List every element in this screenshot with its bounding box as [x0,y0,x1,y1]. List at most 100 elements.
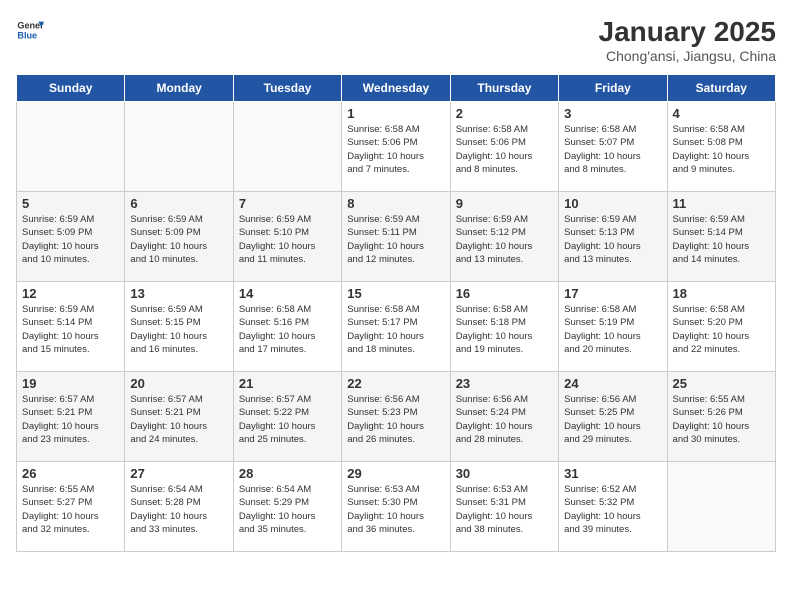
day-number: 16 [456,286,553,301]
day-number: 20 [130,376,227,391]
cell-info: Sunrise: 6:59 AM Sunset: 5:14 PM Dayligh… [673,213,770,266]
cell-info: Sunrise: 6:57 AM Sunset: 5:21 PM Dayligh… [22,393,119,446]
cell-info: Sunrise: 6:55 AM Sunset: 5:26 PM Dayligh… [673,393,770,446]
cell-info: Sunrise: 6:58 AM Sunset: 5:08 PM Dayligh… [673,123,770,176]
cell-info: Sunrise: 6:55 AM Sunset: 5:27 PM Dayligh… [22,483,119,536]
calendar-cell: 10Sunrise: 6:59 AM Sunset: 5:13 PM Dayli… [559,192,667,282]
calendar-cell: 16 Sunrise: 6:58 AM Sunset: 5:18 PM Dayli… [450,282,558,372]
day-number: 5 [22,196,119,211]
day-number: 26 [22,466,119,481]
cell-info: Sunrise: 6:57 AM Sunset: 5:21 PM Dayligh… [130,393,227,446]
day-number: 12 [22,286,119,301]
day-number: 11 [673,196,770,211]
cell-info: Sunrise: 6:58 AM Sunset: 5:19 PM Dayligh… [564,303,661,356]
calendar-cell: 22 Sunrise: 6:56 AM Sunset: 5:23 PM Dayli… [342,372,450,462]
calendar-table: SundayMondayTuesdayWednesdayThursdayFrid… [16,74,776,552]
day-number: 19 [22,376,119,391]
calendar-cell: 24 Sunrise: 6:56 AM Sunset: 5:25 PM Dayli… [559,372,667,462]
day-number: 18 [673,286,770,301]
cell-info: Sunrise: 6:59 AM Sunset: 5:13 PM Dayligh… [564,213,661,266]
day-number: 9 [456,196,553,211]
cell-info: Sunrise: 6:54 AM Sunset: 5:29 PM Dayligh… [239,483,336,536]
calendar-cell: 14 Sunrise: 6:58 AM Sunset: 5:16 PM Dayli… [233,282,341,372]
cell-info: Sunrise: 6:59 AM Sunset: 5:09 PM Dayligh… [130,213,227,266]
cell-info: Sunrise: 6:58 AM Sunset: 5:18 PM Dayligh… [456,303,553,356]
calendar-body: 1 Sunrise: 6:58 AM Sunset: 5:06 PM Daylig… [17,102,776,552]
calendar-cell: 25 Sunrise: 6:55 AM Sunset: 5:26 PM Dayli… [667,372,775,462]
calendar-cell [17,102,125,192]
cell-info: Sunrise: 6:58 AM Sunset: 5:20 PM Dayligh… [673,303,770,356]
cell-info: Sunrise: 6:58 AM Sunset: 5:16 PM Dayligh… [239,303,336,356]
cell-info: Sunrise: 6:57 AM Sunset: 5:22 PM Dayligh… [239,393,336,446]
day-number: 17 [564,286,661,301]
calendar-cell: 2 Sunrise: 6:58 AM Sunset: 5:06 PM Daylig… [450,102,558,192]
calendar-cell [125,102,233,192]
calendar-cell: 6 Sunrise: 6:59 AM Sunset: 5:09 PM Daylig… [125,192,233,282]
calendar-cell: 30Sunrise: 6:53 AM Sunset: 5:31 PM Dayli… [450,462,558,552]
calendar-week-row: 1 Sunrise: 6:58 AM Sunset: 5:06 PM Daylig… [17,102,776,192]
calendar-cell: 31 Sunrise: 6:52 AM Sunset: 5:32 PM Dayli… [559,462,667,552]
weekday-header: Tuesday [233,75,341,102]
logo: General Blue General Blue [16,16,44,44]
calendar-cell: 9 Sunrise: 6:59 AM Sunset: 5:12 PM Daylig… [450,192,558,282]
day-number: 14 [239,286,336,301]
calendar-cell: 11 Sunrise: 6:59 AM Sunset: 5:14 PM Dayli… [667,192,775,282]
cell-info: Sunrise: 6:58 AM Sunset: 5:07 PM Dayligh… [564,123,661,176]
day-number: 23 [456,376,553,391]
cell-info: Sunrise: 6:56 AM Sunset: 5:25 PM Dayligh… [564,393,661,446]
calendar-cell: 13 Sunrise: 6:59 AM Sunset: 5:15 PM Dayli… [125,282,233,372]
cell-info: Sunrise: 6:59 AM Sunset: 5:12 PM Dayligh… [456,213,553,266]
day-number: 6 [130,196,227,211]
day-number: 1 [347,106,444,121]
calendar-cell [667,462,775,552]
day-number: 4 [673,106,770,121]
calendar-cell: 8Sunrise: 6:59 AM Sunset: 5:11 PM Daylig… [342,192,450,282]
calendar-cell [233,102,341,192]
calendar-title: January 2025 [599,16,776,48]
weekday-header: Sunday [17,75,125,102]
day-number: 31 [564,466,661,481]
day-number: 22 [347,376,444,391]
weekday-header: Thursday [450,75,558,102]
calendar-cell: 1Sunrise: 6:58 AM Sunset: 5:06 PM Daylig… [342,102,450,192]
calendar-cell: 27Sunrise: 6:54 AM Sunset: 5:28 PM Dayli… [125,462,233,552]
page-header: General Blue General Blue January 2025 C… [16,16,776,64]
calendar-cell: 20 Sunrise: 6:57 AM Sunset: 5:21 PM Dayli… [125,372,233,462]
cell-info: Sunrise: 6:52 AM Sunset: 5:32 PM Dayligh… [564,483,661,536]
svg-text:Blue: Blue [17,30,37,40]
weekday-header-row: SundayMondayTuesdayWednesdayThursdayFrid… [17,75,776,102]
calendar-cell: 28Sunrise: 6:54 AM Sunset: 5:29 PM Dayli… [233,462,341,552]
weekday-header: Wednesday [342,75,450,102]
day-number: 7 [239,196,336,211]
day-number: 25 [673,376,770,391]
day-number: 27 [130,466,227,481]
cell-info: Sunrise: 6:59 AM Sunset: 5:15 PM Dayligh… [130,303,227,356]
calendar-cell: 23Sunrise: 6:56 AM Sunset: 5:24 PM Dayli… [450,372,558,462]
cell-info: Sunrise: 6:58 AM Sunset: 5:17 PM Dayligh… [347,303,444,356]
weekday-header: Friday [559,75,667,102]
cell-info: Sunrise: 6:56 AM Sunset: 5:23 PM Dayligh… [347,393,444,446]
cell-info: Sunrise: 6:59 AM Sunset: 5:14 PM Dayligh… [22,303,119,356]
day-number: 21 [239,376,336,391]
weekday-header: Saturday [667,75,775,102]
day-number: 2 [456,106,553,121]
cell-info: Sunrise: 6:58 AM Sunset: 5:06 PM Dayligh… [456,123,553,176]
calendar-week-row: 12 Sunrise: 6:59 AM Sunset: 5:14 PM Dayli… [17,282,776,372]
day-number: 15 [347,286,444,301]
cell-info: Sunrise: 6:59 AM Sunset: 5:11 PM Dayligh… [347,213,444,266]
calendar-week-row: 5 Sunrise: 6:59 AM Sunset: 5:09 PM Daylig… [17,192,776,282]
calendar-cell: 7 Sunrise: 6:59 AM Sunset: 5:10 PM Daylig… [233,192,341,282]
cell-info: Sunrise: 6:53 AM Sunset: 5:30 PM Dayligh… [347,483,444,536]
calendar-week-row: 26 Sunrise: 6:55 AM Sunset: 5:27 PM Dayli… [17,462,776,552]
calendar-subtitle: Chong'ansi, Jiangsu, China [599,48,776,64]
calendar-cell: 5 Sunrise: 6:59 AM Sunset: 5:09 PM Daylig… [17,192,125,282]
calendar-cell: 3Sunrise: 6:58 AM Sunset: 5:07 PM Daylig… [559,102,667,192]
weekday-header: Monday [125,75,233,102]
calendar-cell: 15 Sunrise: 6:58 AM Sunset: 5:17 PM Dayli… [342,282,450,372]
cell-info: Sunrise: 6:59 AM Sunset: 5:10 PM Dayligh… [239,213,336,266]
calendar-week-row: 19 Sunrise: 6:57 AM Sunset: 5:21 PM Dayli… [17,372,776,462]
cell-info: Sunrise: 6:59 AM Sunset: 5:09 PM Dayligh… [22,213,119,266]
day-number: 13 [130,286,227,301]
calendar-cell: 21 Sunrise: 6:57 AM Sunset: 5:22 PM Dayli… [233,372,341,462]
day-number: 24 [564,376,661,391]
